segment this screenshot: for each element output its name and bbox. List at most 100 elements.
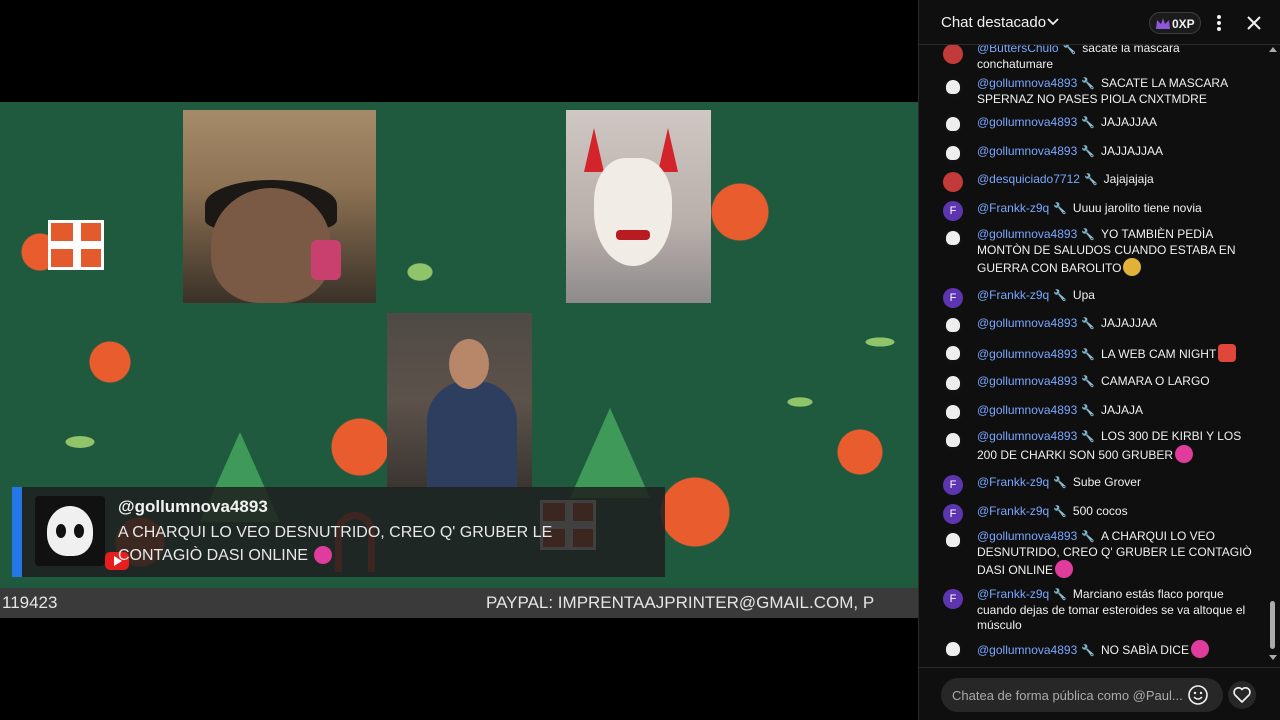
- heart-icon: [1233, 686, 1251, 703]
- avatar[interactable]: [943, 431, 963, 451]
- emoji-icon: [1175, 445, 1194, 463]
- chat-message-list: @ButtersChulo 🔧 sacate la mascara conchatu…: [919, 45, 1267, 665]
- wrench-icon: 🔧: [1053, 290, 1067, 302]
- gift-decoration: [48, 220, 104, 270]
- emoji-picker-icon[interactable]: [1187, 684, 1209, 706]
- chat-username[interactable]: @desquiciado7712: [977, 172, 1080, 186]
- chat-text: JAJAJA: [1100, 403, 1143, 417]
- chat-text: Sube Grover: [1072, 475, 1141, 489]
- featured-comment: @gollumnova4893 A CHARQUI LO VEO DESNUTR…: [12, 487, 665, 577]
- cat-emoji-icon: [1123, 258, 1142, 276]
- skull-icon: [47, 506, 93, 556]
- comment-text: A CHARQUI LO VEO DESNUTRIDO, CREO Q' GRU…: [118, 524, 553, 564]
- video-player[interactable]: @gollumnova4893 A CHARQUI LO VEO DESNUTR…: [0, 0, 918, 720]
- webcam-feed-1: [183, 110, 376, 303]
- avatar[interactable]: [943, 45, 963, 64]
- wrench-icon: 🔧: [1053, 506, 1067, 518]
- chat-username[interactable]: @gollumnova4893: [977, 347, 1077, 361]
- wrench-icon: 🔧: [1081, 376, 1095, 388]
- chat-username[interactable]: @gollumnova4893: [977, 316, 1077, 330]
- chat-message-input[interactable]: [941, 678, 1223, 712]
- avatar[interactable]: [943, 229, 963, 249]
- chat-text: LA WEB CAM NIGHT: [1100, 347, 1217, 361]
- chat-header: Chat destacado 0XP: [919, 0, 1280, 45]
- stream-chat-overlay: [677, 422, 887, 572]
- emoji-icon: [1055, 560, 1074, 578]
- avatar[interactable]: F: [943, 288, 963, 308]
- chevron-down-icon[interactable]: [1046, 14, 1060, 28]
- comment-username: @gollumnova4893: [118, 497, 268, 516]
- avatar[interactable]: F: [943, 504, 963, 524]
- chat-username[interactable]: @gollumnova4893: [977, 643, 1077, 657]
- chat-username[interactable]: @ButtersChulo: [977, 45, 1059, 55]
- chat-text: JAJAJJAA: [1100, 115, 1157, 129]
- webcam-emoji-icon: [1218, 344, 1237, 362]
- wrench-icon: 🔧: [1081, 318, 1095, 330]
- chat-text: JAJJAJJAA: [1100, 144, 1163, 158]
- wrench-icon: 🔧: [1083, 174, 1098, 186]
- chat-username[interactable]: @gollumnova4893: [977, 529, 1077, 543]
- live-chat-panel: Chat destacado 0XP @ButtersChulo 🔧 sacate …: [918, 0, 1280, 720]
- chat-text: Jajajajaja: [1103, 172, 1154, 186]
- avatar[interactable]: [943, 374, 963, 394]
- avatar[interactable]: F: [943, 201, 963, 221]
- wrench-icon: 🔧: [1081, 405, 1095, 417]
- chat-username[interactable]: @gollumnova4893: [977, 374, 1077, 388]
- avatar[interactable]: [943, 531, 963, 551]
- avatar[interactable]: [943, 78, 963, 98]
- wrench-icon: 🔧: [1081, 146, 1095, 158]
- chat-username[interactable]: @gollumnova4893: [977, 403, 1077, 417]
- chat-mode-title[interactable]: Chat destacado: [941, 14, 1046, 31]
- chat-username[interactable]: @gollumnova4893: [977, 429, 1077, 443]
- wrench-icon: 🔧: [1053, 589, 1067, 601]
- chat-username[interactable]: @gollumnova4893: [977, 227, 1077, 241]
- wrench-icon: 🔧: [1053, 203, 1067, 215]
- wrench-icon: 🔧: [1081, 78, 1095, 90]
- scroll-up-icon[interactable]: [1269, 47, 1277, 52]
- stream-video[interactable]: @gollumnova4893 A CHARQUI LO VEO DESNUTR…: [0, 102, 918, 618]
- scroll-down-icon[interactable]: [1269, 655, 1277, 660]
- more-options-icon[interactable]: [1209, 12, 1229, 34]
- chat-username[interactable]: @gollumnova4893: [977, 144, 1077, 158]
- chat-username[interactable]: @gollumnova4893: [977, 115, 1077, 129]
- avatar[interactable]: [943, 144, 963, 164]
- chat-username[interactable]: @Frankk-z9q: [977, 587, 1049, 601]
- wrench-icon: 🔧: [1081, 645, 1095, 657]
- chat-text: NO SABÌA DICE: [1100, 643, 1189, 657]
- chat-text: Uuuu jarolito tiene novia: [1072, 201, 1202, 215]
- chat-username[interactable]: @Frankk-z9q: [977, 288, 1049, 302]
- avatar[interactable]: [943, 344, 963, 364]
- wrench-icon: 🔧: [1081, 431, 1095, 443]
- chat-username[interactable]: @Frankk-z9q: [977, 504, 1049, 518]
- chat-username[interactable]: @gollumnova4893: [977, 76, 1077, 90]
- tree-decoration: [570, 408, 650, 498]
- chat-input-area: [919, 667, 1280, 720]
- avatar[interactable]: [943, 403, 963, 423]
- like-button[interactable]: [1228, 681, 1256, 709]
- close-icon[interactable]: [1243, 12, 1265, 34]
- wrench-icon: 🔧: [1081, 229, 1095, 241]
- stream-ticker: 119423 PAYPAL: IMPRENTAAJPRINTER@GMAIL.C…: [0, 588, 918, 618]
- webcam-feed-2: [566, 110, 711, 303]
- avatar[interactable]: [943, 316, 963, 336]
- ticker-left-text: 119423: [2, 593, 58, 612]
- avatar[interactable]: [943, 115, 963, 135]
- avatar[interactable]: F: [943, 475, 963, 495]
- avatar[interactable]: [943, 640, 963, 660]
- chat-username[interactable]: @Frankk-z9q: [977, 475, 1049, 489]
- avatar[interactable]: [943, 172, 963, 192]
- wrench-icon: 🔧: [1062, 45, 1077, 55]
- wrench-icon: 🔧: [1081, 349, 1095, 361]
- chat-text: CAMARA O LARGO: [1100, 374, 1210, 388]
- emoji-icon: [314, 546, 333, 564]
- chat-scrollbar[interactable]: [1267, 45, 1279, 665]
- chat-username[interactable]: @Frankk-z9q: [977, 201, 1049, 215]
- xp-count: 0XP: [1172, 17, 1195, 31]
- scroll-thumb[interactable]: [1270, 601, 1275, 649]
- avatar[interactable]: F: [943, 589, 963, 609]
- wrench-icon: 🔧: [1081, 531, 1095, 543]
- chat-text: JAJAJJAA: [1100, 316, 1157, 330]
- ticker-right-text: PAYPAL: IMPRENTAAJPRINTER@GMAIL.COM, P: [486, 593, 875, 612]
- wrench-icon: 🔧: [1053, 477, 1067, 489]
- xp-badge-button[interactable]: 0XP: [1149, 12, 1201, 34]
